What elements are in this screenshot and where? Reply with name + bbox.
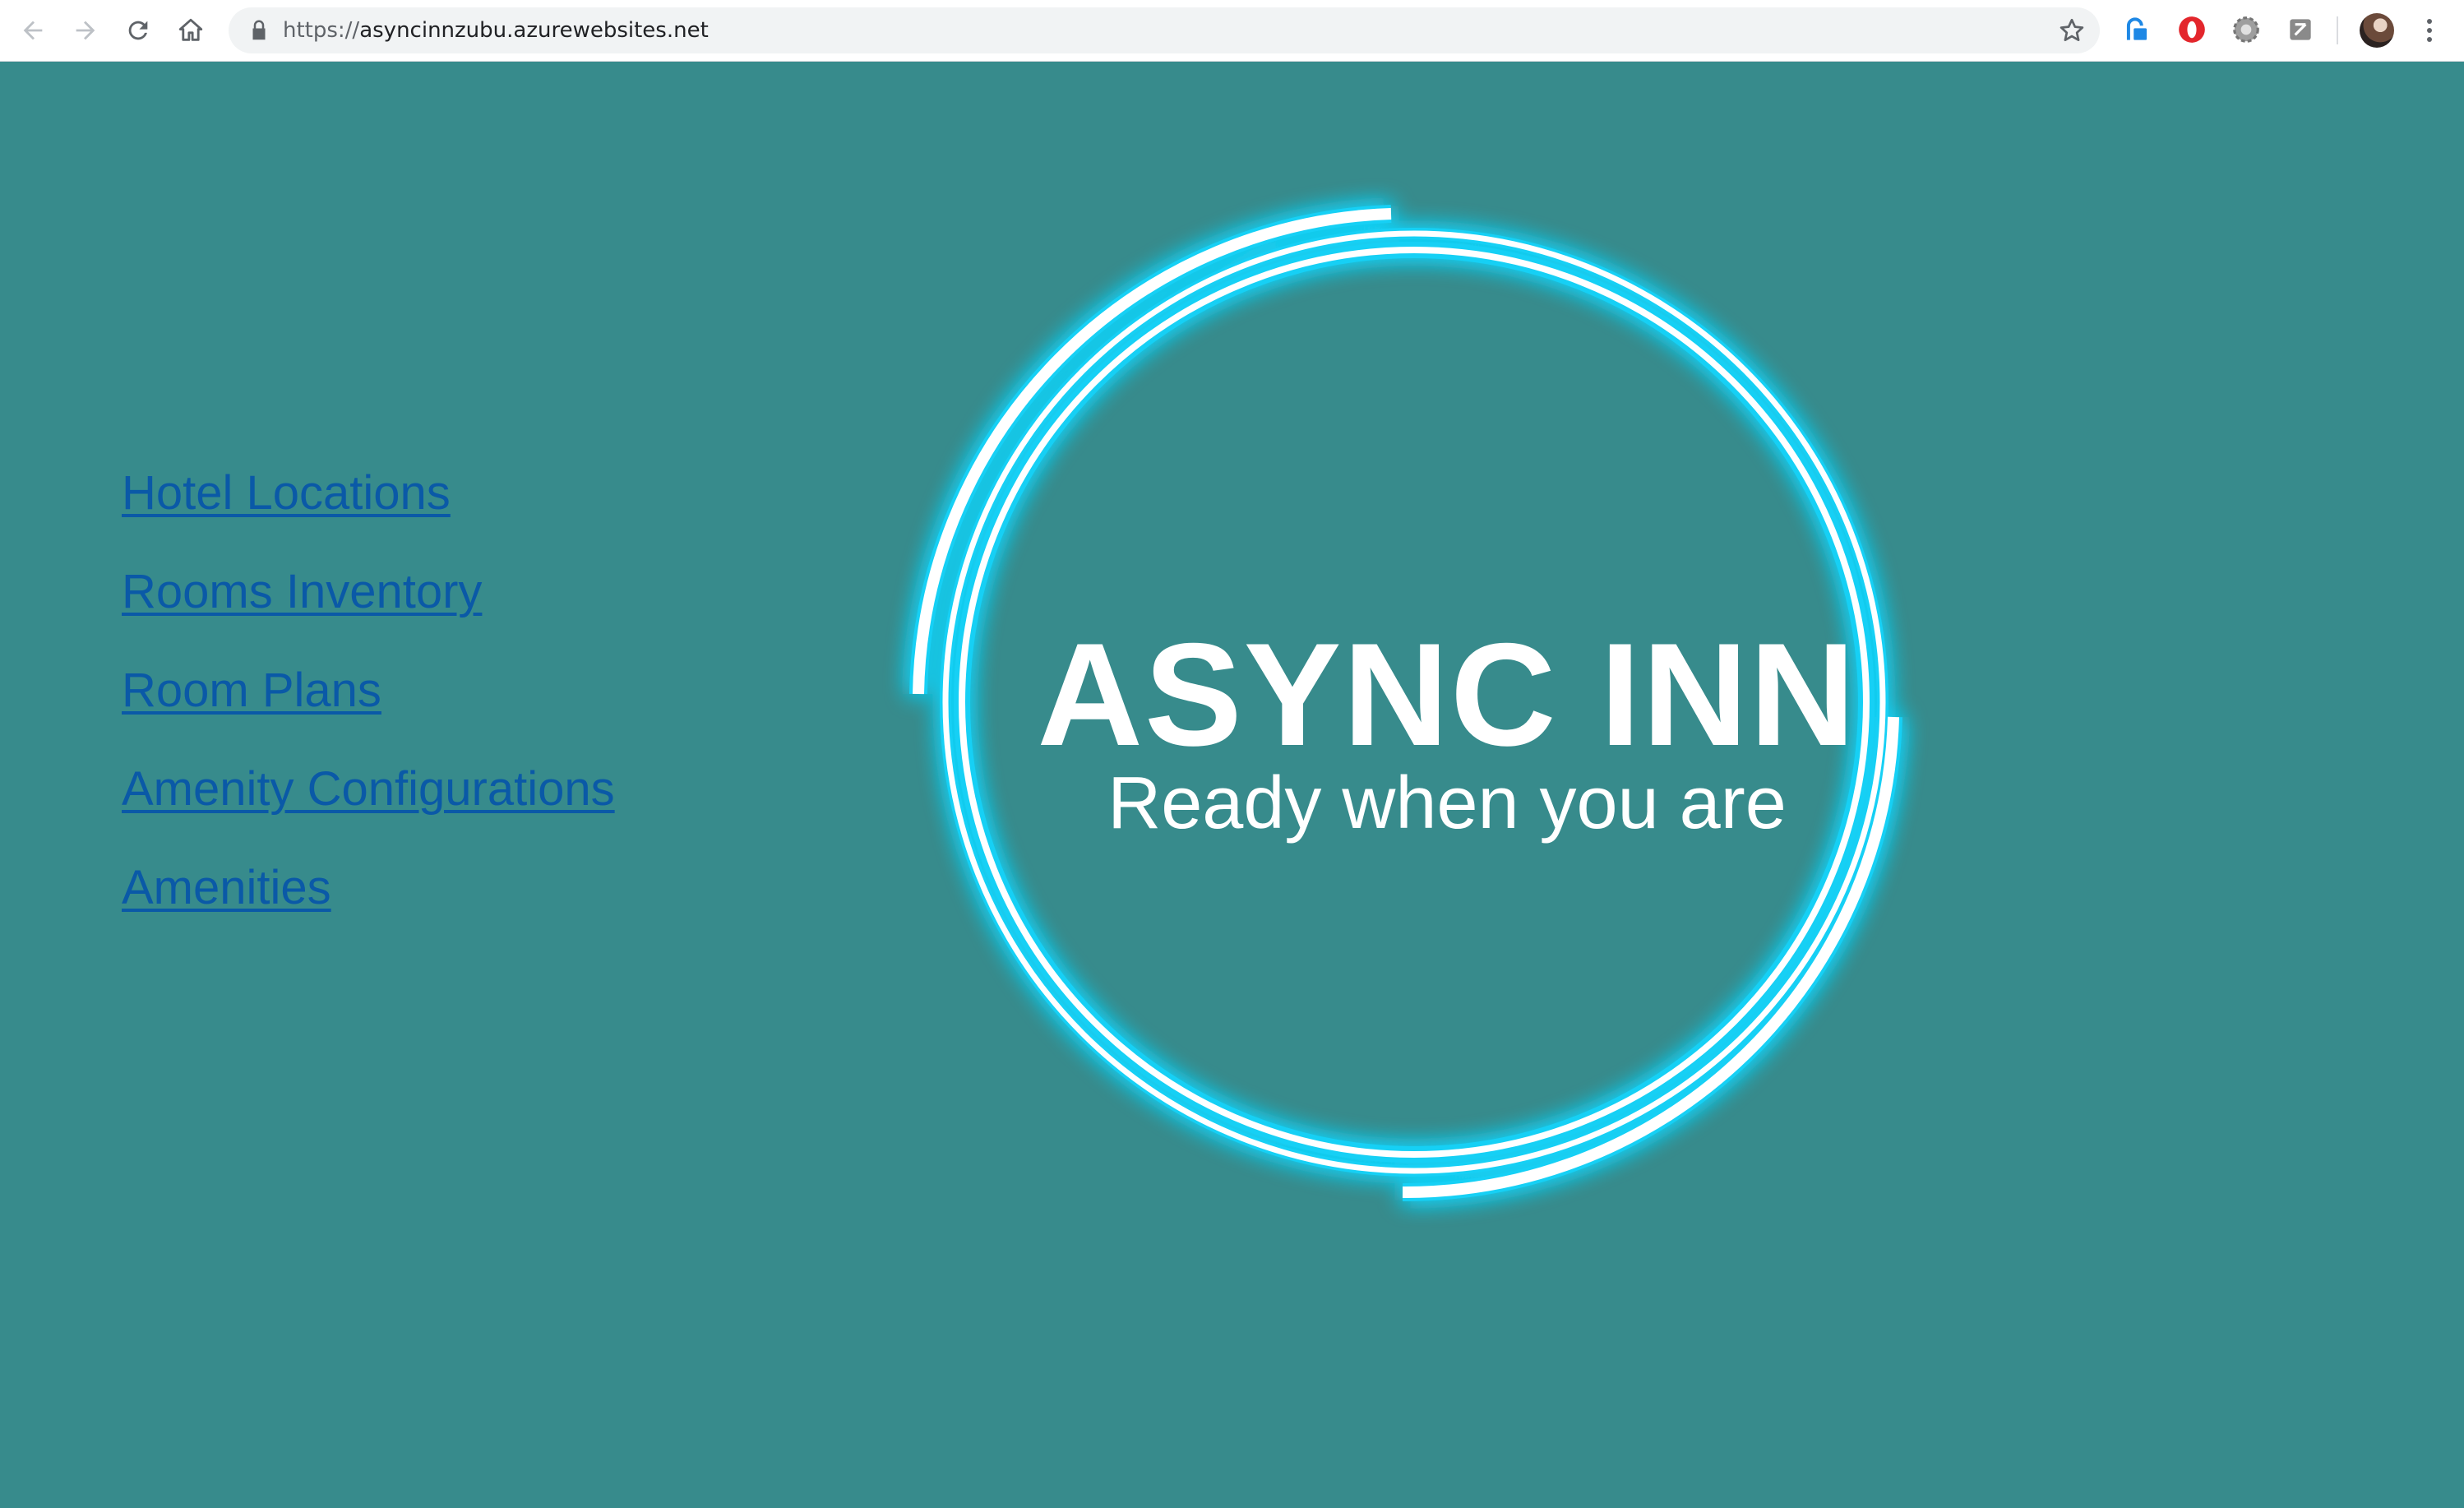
reload-button[interactable]	[118, 11, 158, 50]
home-button[interactable]	[171, 11, 210, 50]
address-bar[interactable]: https://asyncinnzubu.azurewebsites.net	[229, 7, 2100, 53]
nav-link-amenities[interactable]: Amenities	[122, 839, 615, 937]
lastpass-icon	[2126, 17, 2147, 40]
back-button[interactable]	[13, 11, 53, 50]
profile-avatar[interactable]	[2360, 13, 2394, 48]
gear-extension-button[interactable]	[2230, 13, 2263, 46]
zotero-extension-button[interactable]	[2284, 13, 2317, 46]
forward-button[interactable]	[66, 11, 105, 50]
menu-dot	[2427, 28, 2432, 33]
home-icon	[178, 18, 203, 41]
menu-dot	[2427, 37, 2432, 42]
lastpass-extension-button[interactable]	[2121, 13, 2154, 46]
star-icon[interactable]	[2057, 16, 2087, 45]
nav-link-rooms-inventory[interactable]: Rooms Inventory	[122, 543, 615, 641]
arrow-right-icon	[76, 21, 95, 40]
gear-extension-icon	[2233, 16, 2259, 43]
nav-link-amenity-configurations[interactable]: Amenity Configurations	[122, 740, 615, 839]
menu-dot	[2427, 19, 2432, 24]
reload-icon	[128, 21, 148, 40]
browser-menu-button[interactable]	[2417, 13, 2442, 48]
browser-toolbar: https://asyncinnzubu.azurewebsites.net	[0, 0, 2464, 62]
url-text[interactable]: https://asyncinnzubu.azurewebsites.net	[283, 7, 709, 53]
opera-extension-button[interactable]	[2175, 13, 2208, 46]
nav-link-room-plans[interactable]: Room Plans	[122, 641, 615, 740]
arrow-left-icon	[23, 21, 43, 40]
main-navigation: Hotel Locations Rooms Inventory Room Pla…	[122, 444, 615, 937]
url-host: asyncinnzubu.azurewebsites.net	[359, 18, 709, 43]
opera-icon	[2179, 16, 2205, 43]
zotero-icon	[2290, 19, 2311, 40]
url-scheme: https://	[283, 18, 360, 43]
brand-title: ASYNC INN	[1037, 613, 1857, 776]
toolbar-separator	[2337, 16, 2338, 44]
brand-tagline: Ready when you are	[1107, 762, 1787, 844]
nav-link-hotel-locations[interactable]: Hotel Locations	[122, 444, 615, 543]
lock-icon	[252, 20, 266, 40]
